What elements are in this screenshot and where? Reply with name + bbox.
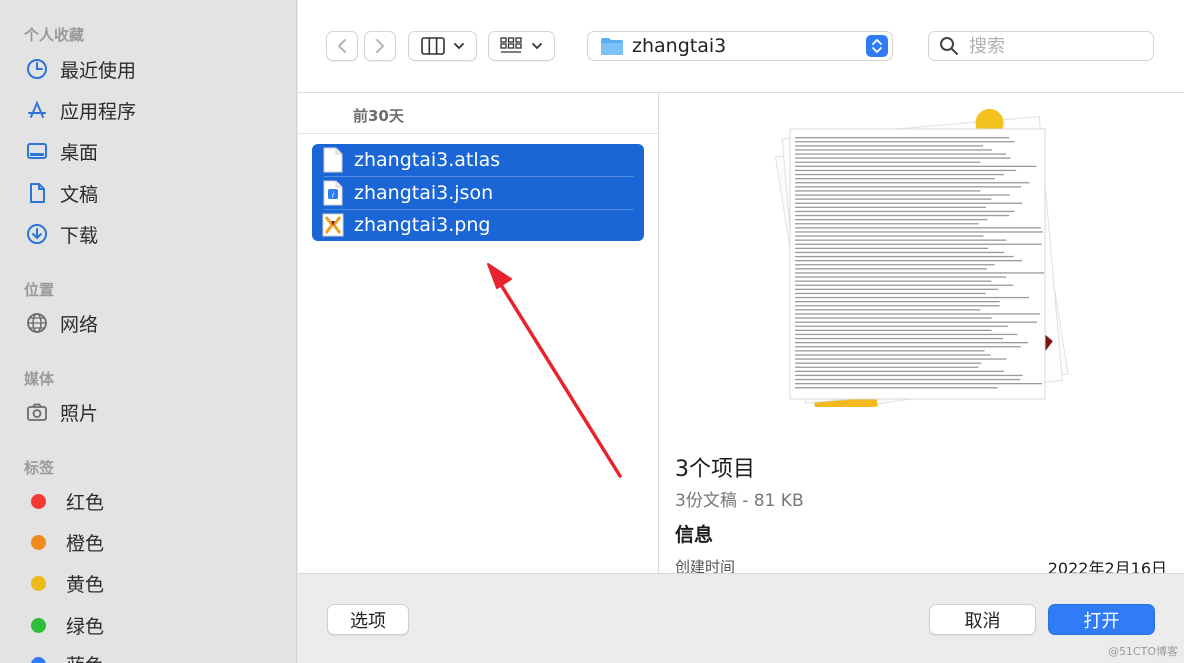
location-label: zhangtai3 bbox=[632, 35, 727, 57]
tag-green-dot bbox=[31, 617, 46, 633]
sidebar-item-downloads[interactable]: 下载 bbox=[24, 217, 98, 251]
tag-yellow-dot bbox=[31, 575, 46, 591]
globe-icon bbox=[24, 310, 50, 336]
sidebar-item-label: 桌面 bbox=[60, 141, 99, 164]
sidebar-item-label: 下载 bbox=[60, 224, 99, 247]
cancel-button[interactable]: 取消 bbox=[929, 604, 1036, 635]
chevron-down-icon bbox=[532, 43, 542, 50]
preview-pane: 3个项目 3份文稿 - 81 KB 信息 创建时间 2022年2月16日 bbox=[660, 93, 1184, 578]
sidebar-item-label: 绿色 bbox=[66, 615, 105, 638]
search-icon bbox=[940, 37, 958, 55]
tag-orange-dot bbox=[31, 534, 46, 550]
sidebar-item-applications[interactable]: 应用程序 bbox=[24, 93, 136, 127]
location-popup[interactable]: zhangtai3 bbox=[587, 31, 893, 61]
sidebar-item-photos[interactable]: 照片 bbox=[24, 395, 98, 429]
sidebar-tag-red[interactable]: 红色 bbox=[24, 484, 104, 518]
sidebar-item-label: 橙色 bbox=[66, 532, 105, 555]
file-row[interactable]: i zhangtai3.json bbox=[312, 177, 644, 209]
sidebar-item-label: 最近使用 bbox=[60, 59, 137, 82]
view-mode-button[interactable] bbox=[408, 31, 477, 61]
tag-blue-dot bbox=[31, 656, 46, 663]
watermark: @51CTO博客 bbox=[1107, 645, 1178, 658]
text-file-icon bbox=[323, 147, 343, 173]
back-button[interactable] bbox=[326, 31, 358, 61]
clock-icon bbox=[24, 56, 50, 82]
image-file-icon bbox=[322, 213, 344, 237]
bottom-bar: 选项 取消 打开 bbox=[298, 573, 1184, 663]
tag-red-dot bbox=[31, 493, 46, 509]
search-field[interactable] bbox=[928, 31, 1154, 61]
grid-group-icon bbox=[500, 37, 522, 53]
sidebar-tag-green[interactable]: 绿色 bbox=[24, 608, 104, 642]
preview-title: 3个项目 bbox=[675, 457, 755, 482]
sidebar-item-label: 蓝色 bbox=[66, 651, 104, 663]
favorites-title: 个人收藏 bbox=[24, 26, 85, 44]
file-name: zhangtai3.json bbox=[354, 182, 494, 204]
sidebar-item-network[interactable]: 网络 bbox=[24, 306, 98, 340]
forward-button[interactable] bbox=[364, 31, 396, 61]
sidebar-item-label: 文稿 bbox=[60, 183, 99, 206]
section-header: 前30天 bbox=[353, 107, 404, 125]
applications-icon bbox=[24, 97, 50, 123]
sidebar-tag-yellow[interactable]: 黄色 bbox=[24, 566, 104, 600]
camera-icon bbox=[24, 399, 50, 425]
sidebar-item-label: 红色 bbox=[66, 491, 105, 514]
file-name: zhangtai3.atlas bbox=[354, 149, 501, 171]
download-icon bbox=[24, 221, 50, 247]
divider bbox=[298, 133, 659, 134]
info-header: 信息 bbox=[675, 524, 714, 546]
preview-subtitle: 3份文稿 - 81 KB bbox=[675, 491, 804, 511]
sidebar-item-documents[interactable]: 文稿 bbox=[24, 176, 98, 210]
file-list: 前30天 zhangtai3.atlas i zhangtai3.json zh… bbox=[298, 93, 659, 573]
desktop-icon bbox=[24, 138, 50, 164]
sidebar-item-label: 照片 bbox=[60, 402, 99, 425]
chevron-left-icon bbox=[338, 39, 346, 53]
tags-title: 标签 bbox=[24, 459, 55, 477]
columns-view-icon bbox=[420, 37, 445, 55]
document-icon bbox=[24, 180, 50, 206]
sidebar-item-recents[interactable]: 最近使用 bbox=[24, 52, 136, 86]
locations-title: 位置 bbox=[24, 281, 55, 299]
sidebar-item-label: 黄色 bbox=[66, 573, 105, 596]
file-row[interactable]: zhangtai3.atlas bbox=[312, 144, 644, 176]
main-area: zhangtai3 前30天 zhangtai3.atlas i zhangta… bbox=[298, 0, 1184, 663]
file-row[interactable]: zhangtai3.png bbox=[312, 209, 644, 241]
open-button[interactable]: 打开 bbox=[1048, 604, 1155, 635]
up-down-arrows-icon bbox=[866, 35, 888, 57]
chevron-down-icon bbox=[453, 43, 464, 50]
group-button[interactable] bbox=[488, 31, 555, 61]
sidebar-item-desktop[interactable]: 桌面 bbox=[24, 134, 98, 168]
folder-icon bbox=[601, 37, 623, 55]
sidebar-item-label: 网络 bbox=[60, 313, 99, 336]
document-stack-thumbnail bbox=[774, 108, 1069, 407]
json-file-icon: i bbox=[323, 180, 343, 206]
options-button[interactable]: 选项 bbox=[327, 604, 409, 635]
sidebar: 个人收藏 最近使用 应用程序 桌面 文稿 下载 位置 网络 媒体 照片 标签 红… bbox=[0, 0, 297, 663]
sidebar-tag-blue[interactable]: 蓝色 bbox=[24, 647, 104, 663]
media-title: 媒体 bbox=[24, 370, 55, 388]
file-name: zhangtai3.png bbox=[354, 214, 491, 236]
sidebar-item-label: 应用程序 bbox=[60, 100, 137, 123]
search-input[interactable] bbox=[969, 35, 1129, 57]
chevron-right-icon bbox=[376, 39, 384, 53]
toolbar: zhangtai3 bbox=[298, 0, 1184, 93]
sidebar-tag-orange[interactable]: 橙色 bbox=[24, 525, 104, 559]
